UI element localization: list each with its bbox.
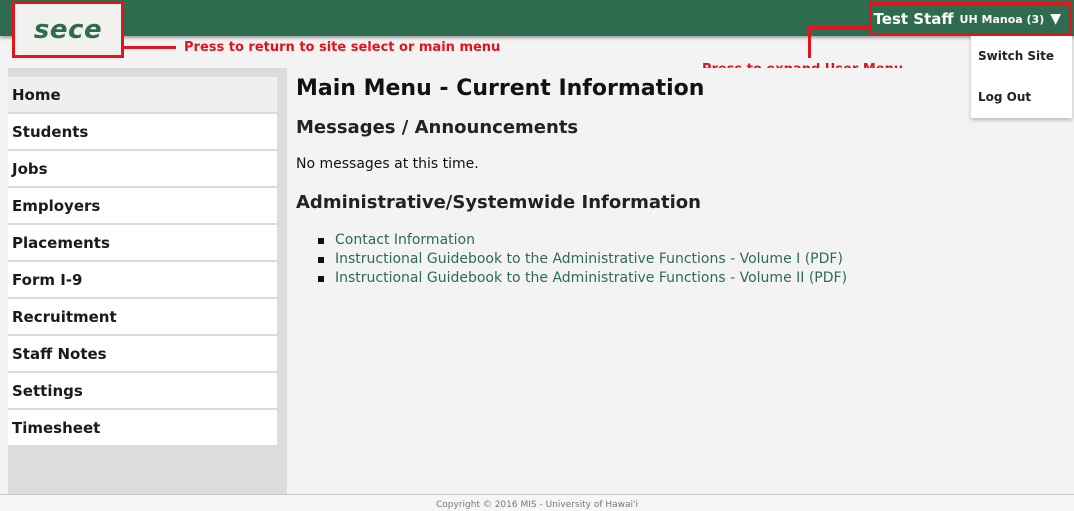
- page-title: Main Menu - Current Information: [296, 76, 705, 101]
- messages-text: No messages at this time.: [296, 156, 479, 172]
- sidebar-item-employers[interactable]: Employers: [8, 188, 277, 223]
- admin-heading: Administrative/Systemwide Information: [296, 192, 701, 213]
- annotation-line-user-vertical: [808, 26, 811, 58]
- sidebar-item-form-i9[interactable]: Form I-9: [8, 262, 277, 297]
- bullet-icon: [318, 257, 324, 263]
- logo-button[interactable]: sece: [12, 1, 124, 58]
- log-out-menu-item[interactable]: Log Out: [978, 90, 1031, 104]
- link-guidebook-volume-1[interactable]: Instructional Guidebook to the Administr…: [318, 250, 847, 269]
- logo-text: sece: [33, 14, 103, 45]
- sidebar-item-jobs[interactable]: Jobs: [8, 151, 277, 186]
- switch-site-menu-item[interactable]: Switch Site: [978, 49, 1054, 63]
- annotation-line-user-horizontal: [808, 26, 869, 29]
- sidebar-item-students[interactable]: Students: [8, 114, 277, 149]
- admin-link-list: Contact Information Instructional Guideb…: [318, 231, 847, 288]
- footer-copyright: Copyright © 2016 MIS - University of Haw…: [436, 500, 638, 510]
- annotation-line-logo: [124, 46, 176, 49]
- bullet-icon: [318, 276, 324, 282]
- user-name: Test Staff: [873, 10, 954, 28]
- user-site: UH Manoa (3): [959, 12, 1045, 26]
- sidebar-item-timesheet[interactable]: Timesheet: [8, 410, 277, 445]
- messages-heading: Messages / Announcements: [296, 117, 579, 138]
- link-contact-information[interactable]: Contact Information: [318, 231, 847, 250]
- sidebar-item-settings[interactable]: Settings: [8, 373, 277, 408]
- sidebar-item-recruitment[interactable]: Recruitment: [8, 299, 277, 334]
- user-menu-button[interactable]: Test Staff UH Manoa (3) ▼: [869, 2, 1072, 36]
- bullet-icon: [318, 238, 324, 244]
- sidebar-item-placements[interactable]: Placements: [8, 225, 277, 260]
- caret-down-icon: ▼: [1050, 11, 1061, 27]
- link-guidebook-volume-2[interactable]: Instructional Guidebook to the Administr…: [318, 269, 847, 288]
- sidebar-item-home[interactable]: Home: [8, 77, 277, 112]
- user-menu-dropdown: Switch Site Log Out: [971, 36, 1072, 118]
- sidebar-item-staff-notes[interactable]: Staff Notes: [8, 336, 277, 371]
- annotation-logo-note: Press to return to site select or main m…: [184, 40, 501, 55]
